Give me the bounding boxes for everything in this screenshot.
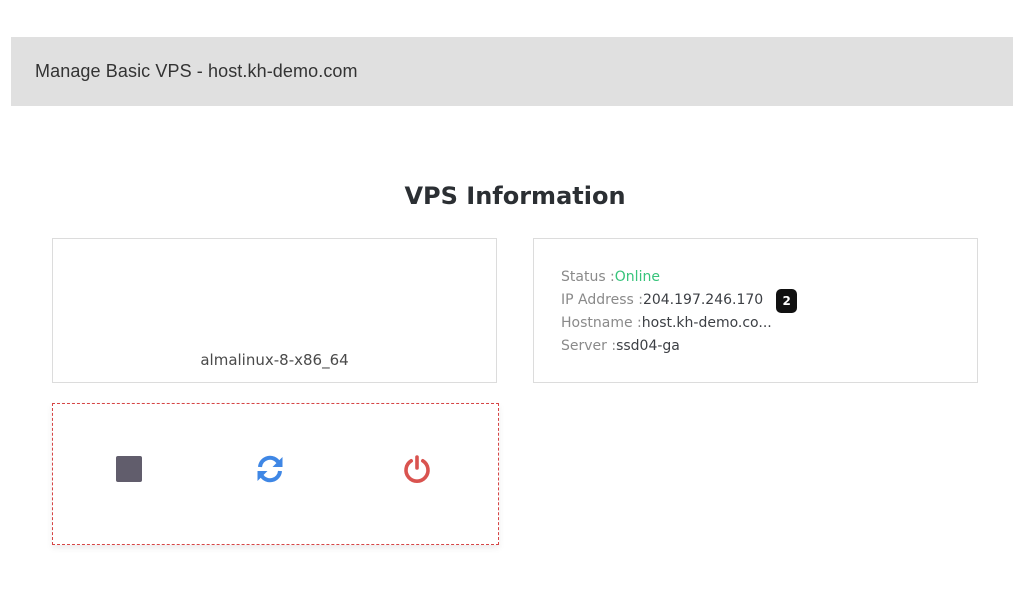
hostname-label: Hostname : [561, 315, 642, 331]
ip-label: IP Address : [561, 292, 643, 308]
refresh-icon [257, 455, 283, 483]
hostname-value: host.kh-demo.co... [641, 315, 772, 331]
os-card: almalinux-8-x86_64 [52, 238, 497, 383]
hostname-row: Hostname : host.kh-demo.co... [561, 312, 977, 335]
server-row: Server : ssd04-ga [561, 335, 977, 358]
status-label: Status : [561, 269, 615, 285]
stop-icon [116, 456, 142, 482]
os-name: almalinux-8-x86_64 [200, 351, 349, 369]
vps-controls [52, 403, 499, 545]
status-value: Online [614, 269, 660, 285]
info-card: Status : Online IP Address : 204.197.246… [533, 238, 978, 383]
power-button[interactable] [397, 449, 437, 489]
ip-value: 204.197.246.170 [642, 292, 764, 308]
ip-count-badge[interactable]: 2 [776, 288, 798, 313]
section-title: VPS Information [404, 182, 626, 210]
server-value: ssd04-ga [616, 338, 680, 354]
ip-row: IP Address : 204.197.246.170 2 [561, 288, 977, 313]
page-header: Manage Basic VPS - host.kh-demo.com [11, 37, 1013, 106]
reboot-button[interactable] [250, 449, 290, 489]
page-title: Manage Basic VPS - host.kh-demo.com [35, 61, 358, 81]
stop-button[interactable] [109, 449, 149, 489]
power-icon [404, 455, 430, 483]
server-label: Server : [561, 338, 617, 354]
status-row: Status : Online [561, 266, 977, 289]
